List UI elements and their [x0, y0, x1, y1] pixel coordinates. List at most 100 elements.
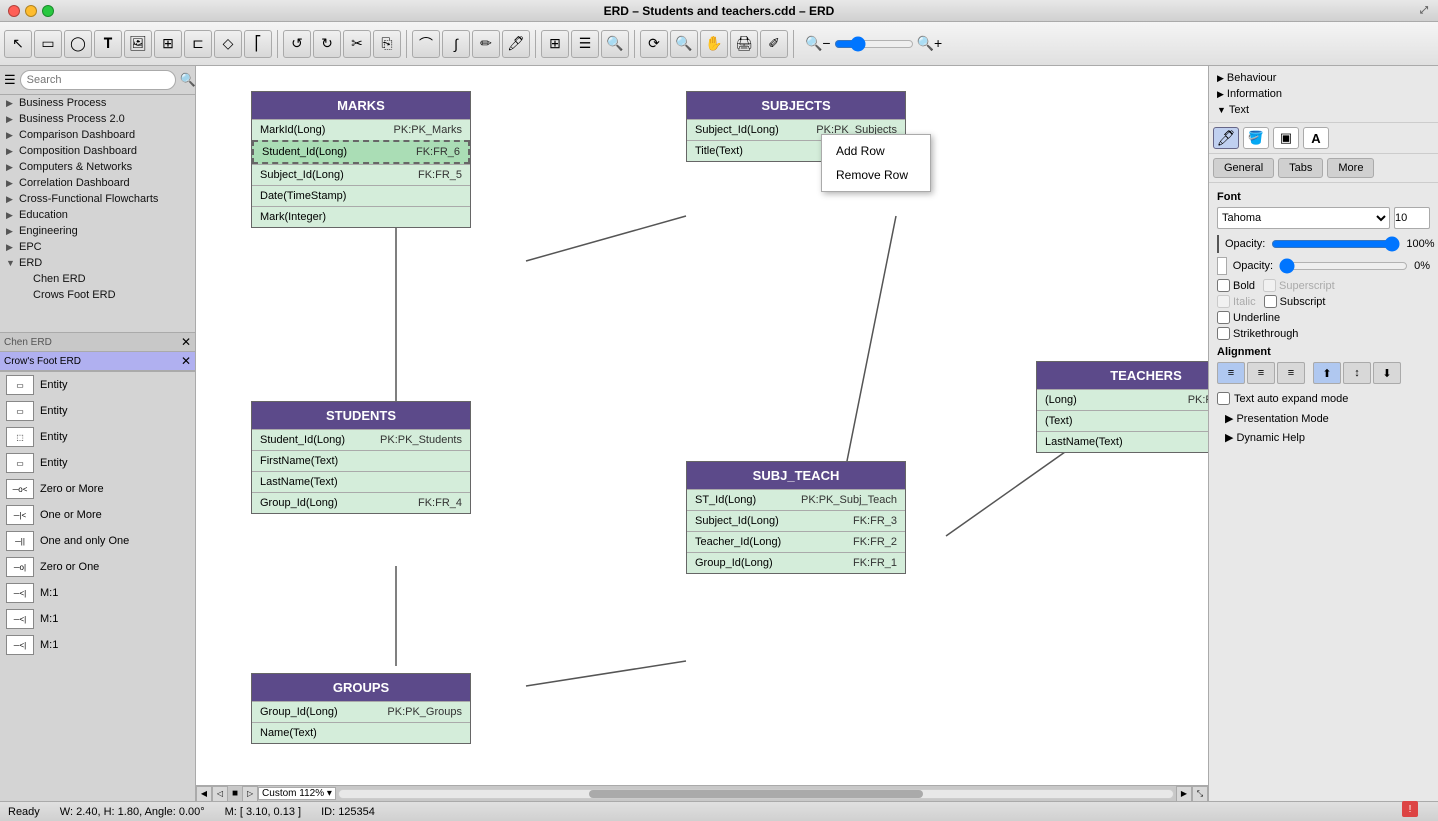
subscript-checkbox[interactable] — [1264, 295, 1277, 308]
groups-row-0[interactable]: Group_Id(Long) PK:PK_Groups — [252, 701, 470, 722]
stamp-tool[interactable]: ⎡ — [244, 30, 272, 58]
teachers-table[interactable]: TEACHERS (Long) PK:PK_Te... (Text) LastN… — [1036, 361, 1208, 453]
chen-erd-tab[interactable]: Chen ERD — [4, 337, 179, 348]
zoom-out-icon[interactable]: 🔍− — [805, 35, 831, 52]
bucket-format-icon[interactable]: 🪣 — [1243, 127, 1269, 149]
superscript-label[interactable]: Superscript — [1263, 279, 1335, 292]
redo-button[interactable]: ↻ — [313, 30, 341, 58]
ellipse-tool[interactable]: ◯ — [64, 30, 92, 58]
hand-tool[interactable]: ✋ — [700, 30, 728, 58]
more-subtab[interactable]: More — [1327, 158, 1374, 178]
table-tool[interactable]: ⊞ — [154, 30, 182, 58]
tree-item-chen-erd[interactable]: Chen ERD — [0, 271, 195, 287]
text-auto-expand-label[interactable]: Text auto expand mode — [1217, 392, 1430, 405]
text-color-box[interactable] — [1217, 235, 1219, 253]
copy-button[interactable]: ⎘ — [373, 30, 401, 58]
remove-row-menu-item[interactable]: Remove Row — [822, 163, 930, 187]
horizontal-scroll-thumb[interactable] — [589, 790, 923, 798]
strikethrough-checkbox[interactable] — [1217, 327, 1230, 340]
context-menu[interactable]: Add Row Remove Row — [821, 134, 931, 192]
image-tool[interactable]: 🖼 — [124, 30, 152, 58]
bold-label[interactable]: Bold — [1217, 279, 1255, 292]
tabs-subtab[interactable]: Tabs — [1278, 158, 1323, 178]
shape-item-zero-or-more[interactable]: ─o<Zero or More — [0, 476, 195, 502]
text-auto-expand-checkbox[interactable] — [1217, 392, 1230, 405]
zoom-dropdown-icon[interactable]: ▾ — [327, 788, 332, 799]
subj-teach-table[interactable]: SUBJ_TEACH ST_Id(Long) PK:PK_Subj_Teach … — [686, 461, 906, 574]
arc-tool[interactable]: ⌒ — [412, 30, 440, 58]
close-chen-tab-icon[interactable]: ✕ — [181, 335, 191, 349]
zoom-in-icon[interactable]: 🔍+ — [917, 35, 943, 52]
style-format-icon[interactable]: ▣ — [1273, 127, 1299, 149]
tree-item-epc[interactable]: ▶EPC — [0, 239, 195, 255]
tree-item-erd[interactable]: ▼ERD — [0, 255, 195, 271]
window-expand-icon[interactable]: ⤢ — [1420, 5, 1428, 16]
font-size-input[interactable] — [1394, 207, 1430, 229]
freehand-tool[interactable]: ✏ — [472, 30, 500, 58]
marks-row-4[interactable]: Mark(Integer) — [252, 206, 470, 227]
groups-row-1[interactable]: Name(Text) — [252, 722, 470, 743]
strikethrough-label[interactable]: Strikethrough — [1217, 327, 1298, 340]
students-row-0[interactable]: Student_Id(Long) PK:PK_Students — [252, 429, 470, 450]
tree-item-correlation-dashboard[interactable]: ▶Correlation Dashboard — [0, 175, 195, 191]
students-row-1[interactable]: FirstName(Text) — [252, 450, 470, 471]
search-icon[interactable]: 🔍 — [180, 70, 196, 90]
italic-checkbox[interactable] — [1217, 295, 1230, 308]
subj-teach-row-1[interactable]: Subject_Id(Long) FK:FR_3 — [687, 510, 905, 531]
presentation-mode-item[interactable]: ▶ Presentation Mode — [1217, 409, 1430, 428]
shape-item-m-1[interactable]: ─<|M:1 — [0, 606, 195, 632]
shape-item-one-and-only-one[interactable]: ─||One and only One — [0, 528, 195, 554]
teachers-row-0[interactable]: (Long) PK:PK_Te... — [1037, 389, 1208, 410]
zoom-in-button[interactable]: 🔍 — [670, 30, 698, 58]
maximize-button[interactable] — [42, 5, 54, 17]
students-table[interactable]: STUDENTS Student_Id(Long) PK:PK_Students… — [251, 401, 471, 514]
teachers-row-2[interactable]: LastName(Text) — [1037, 431, 1208, 452]
marks-table[interactable]: MARKS MarkId(Long) PK:PK_Marks Student_I… — [251, 91, 471, 228]
rp-behaviour-item[interactable]: ▶ Behaviour — [1213, 70, 1434, 86]
marks-row-1[interactable]: Student_Id(Long) FK:FR_6 — [252, 140, 470, 164]
add-row-menu-item[interactable]: Add Row — [822, 139, 930, 163]
tree-item-business-process-2-0[interactable]: ▶Business Process 2.0 — [0, 111, 195, 127]
font-family-select[interactable]: Tahoma — [1217, 207, 1390, 229]
shape-item-m-1[interactable]: ─<|M:1 — [0, 580, 195, 606]
list-view-button[interactable]: ☰ — [571, 30, 599, 58]
close-crowsfoot-tab-icon[interactable]: ✕ — [181, 354, 191, 368]
underline-checkbox[interactable] — [1217, 311, 1230, 324]
connector-tool[interactable]: ⊏ — [184, 30, 212, 58]
dynamic-help-item[interactable]: ▶ Dynamic Help — [1217, 428, 1430, 447]
sidebar-menu-icon[interactable]: ☰ — [4, 70, 16, 90]
shape-item-entity[interactable]: ⬚Entity — [0, 424, 195, 450]
tree-item-cross-functional-flowcharts[interactable]: ▶Cross-Functional Flowcharts — [0, 191, 195, 207]
refresh-button[interactable]: ⟳ — [640, 30, 668, 58]
tree-item-business-process[interactable]: ▶Business Process — [0, 95, 195, 111]
bold-checkbox[interactable] — [1217, 279, 1230, 292]
underline-label[interactable]: Underline — [1217, 311, 1280, 324]
align-top-button[interactable]: ⬆ — [1313, 362, 1341, 384]
align-center-button[interactable]: ≡ — [1247, 362, 1275, 384]
pen-tool[interactable]: 🖊 — [502, 30, 530, 58]
shape-tool[interactable]: ◇ — [214, 30, 242, 58]
groups-table[interactable]: GROUPS Group_Id(Long) PK:PK_Groups Name(… — [251, 673, 471, 744]
scroll-right-button[interactable]: ▶ — [1176, 786, 1192, 802]
scroll-left-button[interactable]: ◀ — [196, 786, 212, 802]
undo-button[interactable]: ↺ — [283, 30, 311, 58]
tree-item-engineering[interactable]: ▶Engineering — [0, 223, 195, 239]
cut-button[interactable]: ✂ — [343, 30, 371, 58]
text-format-icon[interactable]: A — [1303, 127, 1329, 149]
students-row-3[interactable]: Group_Id(Long) FK:FR_4 — [252, 492, 470, 513]
opacity-slider-2[interactable] — [1279, 258, 1408, 274]
print-button[interactable]: 🖨 — [730, 30, 758, 58]
rp-text-item[interactable]: ▼ Text — [1213, 102, 1434, 118]
canvas-horizontal-scrollbar[interactable]: ◀ ◁ ■ ▷ Custom 112% ▾ ▶ ⤡ — [196, 785, 1208, 801]
crowsfoot-erd-tab[interactable]: Crow's Foot ERD — [4, 356, 179, 367]
subj-teach-row-0[interactable]: ST_Id(Long) PK:PK_Subj_Teach — [687, 489, 905, 510]
search-button[interactable]: 🔍 — [601, 30, 629, 58]
rectangle-tool[interactable]: ▭ — [34, 30, 62, 58]
marks-row-2[interactable]: Subject_Id(Long) FK:FR_5 — [252, 164, 470, 185]
horizontal-scroll-track[interactable] — [338, 789, 1174, 799]
superscript-checkbox[interactable] — [1263, 279, 1276, 292]
bezier-tool[interactable]: ∫ — [442, 30, 470, 58]
tree-item-computers---networks[interactable]: ▶Computers & Networks — [0, 159, 195, 175]
teachers-row-1[interactable]: (Text) — [1037, 410, 1208, 431]
marks-row-3[interactable]: Date(TimeStamp) — [252, 185, 470, 206]
